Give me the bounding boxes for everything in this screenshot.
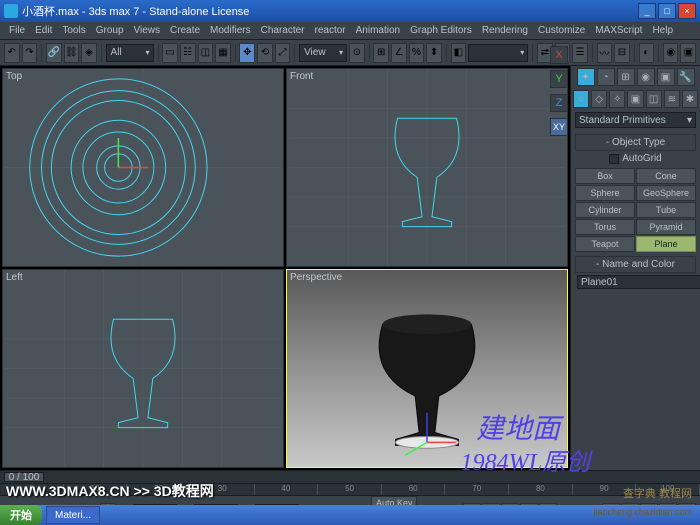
annotation-text: 建地面 — [476, 407, 560, 447]
link-button[interactable]: 🔗 — [46, 43, 62, 63]
z-axis-button[interactable]: Z — [550, 94, 568, 112]
torus-button[interactable]: Torus — [575, 219, 635, 235]
tube-button[interactable]: Tube — [636, 202, 696, 218]
angle-snap-button[interactable]: ∠ — [391, 43, 407, 63]
menu-tools[interactable]: Tools — [57, 23, 90, 38]
xy-plane-button[interactable]: XY — [550, 118, 568, 136]
menu-modifiers[interactable]: Modifiers — [205, 23, 256, 38]
ref-coord-combo[interactable]: View — [299, 44, 347, 62]
utilities-tab[interactable]: 🔧 — [677, 68, 695, 86]
y-axis-button[interactable]: Y — [550, 70, 568, 88]
curve-editor-button[interactable]: 〰 — [597, 43, 613, 63]
layers-button[interactable]: ☰ — [572, 43, 588, 63]
sphere-button[interactable]: Sphere — [575, 185, 635, 201]
unlink-button[interactable]: ⛓ — [64, 43, 80, 63]
pyramid-button[interactable]: Pyramid — [636, 219, 696, 235]
cameras-button[interactable]: ▣ — [627, 90, 643, 108]
menu-customize[interactable]: Customize — [533, 23, 590, 38]
viewport-front[interactable]: Front — [286, 68, 568, 267]
menu-create[interactable]: Create — [165, 23, 205, 38]
redo-button[interactable]: ↷ — [22, 43, 38, 63]
shapes-button[interactable]: ◇ — [591, 90, 607, 108]
teapot-button[interactable]: Teapot — [575, 236, 635, 252]
x-axis-button[interactable]: X — [550, 46, 568, 64]
hierarchy-tab[interactable]: ⊞ — [617, 68, 635, 86]
window-crossing-button[interactable]: ▦ — [215, 43, 231, 63]
spinner-snap-button[interactable]: ⬍ — [426, 43, 442, 63]
menu-help[interactable]: Help — [647, 23, 678, 38]
axis-constraint-toolbar: X Y Z XY — [550, 46, 568, 136]
minimize-button[interactable]: _ — [638, 3, 656, 19]
box-button[interactable]: Box — [575, 168, 635, 184]
category-combo[interactable]: Standard Primitives▾ — [575, 112, 696, 128]
move-button[interactable]: ✥ — [239, 43, 255, 63]
geosphere-button[interactable]: GeoSphere — [636, 185, 696, 201]
close-button[interactable]: × — [678, 3, 696, 19]
viewport-left[interactable]: Left — [2, 269, 284, 468]
geometry-button[interactable]: ○ — [573, 90, 589, 108]
annotation-signature: 1984WL原创 — [461, 442, 590, 477]
object-name-input[interactable] — [577, 275, 700, 289]
maximize-button[interactable]: □ — [658, 3, 676, 19]
viewport-label: Perspective — [290, 272, 342, 283]
watermark-url: WWW.3DMAX8.CN >> 3D教程网 — [6, 481, 214, 501]
menu-animation[interactable]: Animation — [351, 23, 405, 38]
named-sel-combo[interactable] — [468, 44, 528, 62]
menu-reactor[interactable]: reactor — [310, 23, 351, 38]
pivot-button[interactable]: ⊙ — [349, 43, 365, 63]
plane-button[interactable]: Plane — [636, 236, 696, 252]
menu-edit[interactable]: Edit — [30, 23, 57, 38]
main-toolbar: ↶ ↷ 🔗 ⛓ ◈ All ▭ ☷ ◫ ▦ ✥ ⟲ ⤢ View ⊙ ⊞ ∠ %… — [0, 40, 700, 66]
viewport-top[interactable]: Top — [2, 68, 284, 267]
name-color-rollout[interactable]: - Name and Color — [575, 256, 696, 273]
helpers-button[interactable]: ◫ — [646, 90, 662, 108]
snap-button[interactable]: ⊞ — [373, 43, 389, 63]
undo-button[interactable]: ↶ — [4, 43, 20, 63]
menu-character[interactable]: Character — [256, 23, 310, 38]
viewport-label: Top — [6, 71, 22, 82]
viewport-label: Front — [290, 71, 313, 82]
autogrid-label: AutoGrid — [622, 153, 661, 164]
motion-tab[interactable]: ◉ — [637, 68, 655, 86]
schematic-button[interactable]: ⊟ — [614, 43, 630, 63]
systems-button[interactable]: ✱ — [682, 90, 698, 108]
lights-button[interactable]: ✧ — [609, 90, 625, 108]
watermark-right-small: jiaocheng.chazidian.com — [593, 507, 692, 517]
select-button[interactable]: ▭ — [162, 43, 178, 63]
start-button[interactable]: 开始 — [0, 505, 42, 525]
scale-button[interactable]: ⤢ — [275, 43, 291, 63]
select-name-button[interactable]: ☷ — [180, 43, 196, 63]
command-panel: ✦ ◔ ⊞ ◉ ▣ 🔧 ○ ◇ ✧ ▣ ◫ ≋ ✱ Standard Primi… — [570, 66, 700, 470]
render-scene-button[interactable]: ◉ — [663, 43, 679, 63]
menu-maxscript[interactable]: MAXScript — [590, 23, 647, 38]
menu-bar: File Edit Tools Group Views Create Modif… — [0, 22, 700, 40]
bind-button[interactable]: ◈ — [81, 43, 97, 63]
spacewarps-button[interactable]: ≋ — [664, 90, 680, 108]
cone-button[interactable]: Cone — [636, 168, 696, 184]
quick-render-button[interactable]: ▣ — [680, 43, 696, 63]
cylinder-button[interactable]: Cylinder — [575, 202, 635, 218]
app-icon — [4, 4, 18, 18]
selection-filter[interactable]: All — [106, 44, 154, 62]
display-tab[interactable]: ▣ — [657, 68, 675, 86]
menu-rendering[interactable]: Rendering — [477, 23, 533, 38]
window-title: 小酒杯.max - 3ds max 7 - Stand-alone Licens… — [22, 3, 638, 19]
material-editor-button[interactable]: ◐ — [639, 43, 655, 63]
percent-snap-button[interactable]: % — [409, 43, 425, 63]
object-type-rollout[interactable]: - Object Type — [575, 134, 696, 151]
rotate-button[interactable]: ⟲ — [257, 43, 273, 63]
watermark-right: 查字典 教程网 — [623, 485, 692, 501]
named-sel-button[interactable]: ◧ — [451, 43, 467, 63]
modify-tab[interactable]: ◔ — [597, 68, 615, 86]
taskbar-item[interactable]: Materi... — [46, 506, 100, 524]
select-region-button[interactable]: ◫ — [198, 43, 214, 63]
menu-group[interactable]: Group — [91, 23, 129, 38]
create-tab[interactable]: ✦ — [577, 68, 595, 86]
menu-graph[interactable]: Graph Editors — [405, 23, 477, 38]
viewport-label: Left — [6, 272, 23, 283]
autogrid-checkbox[interactable] — [609, 154, 619, 164]
menu-file[interactable]: File — [4, 23, 30, 38]
menu-views[interactable]: Views — [129, 23, 166, 38]
